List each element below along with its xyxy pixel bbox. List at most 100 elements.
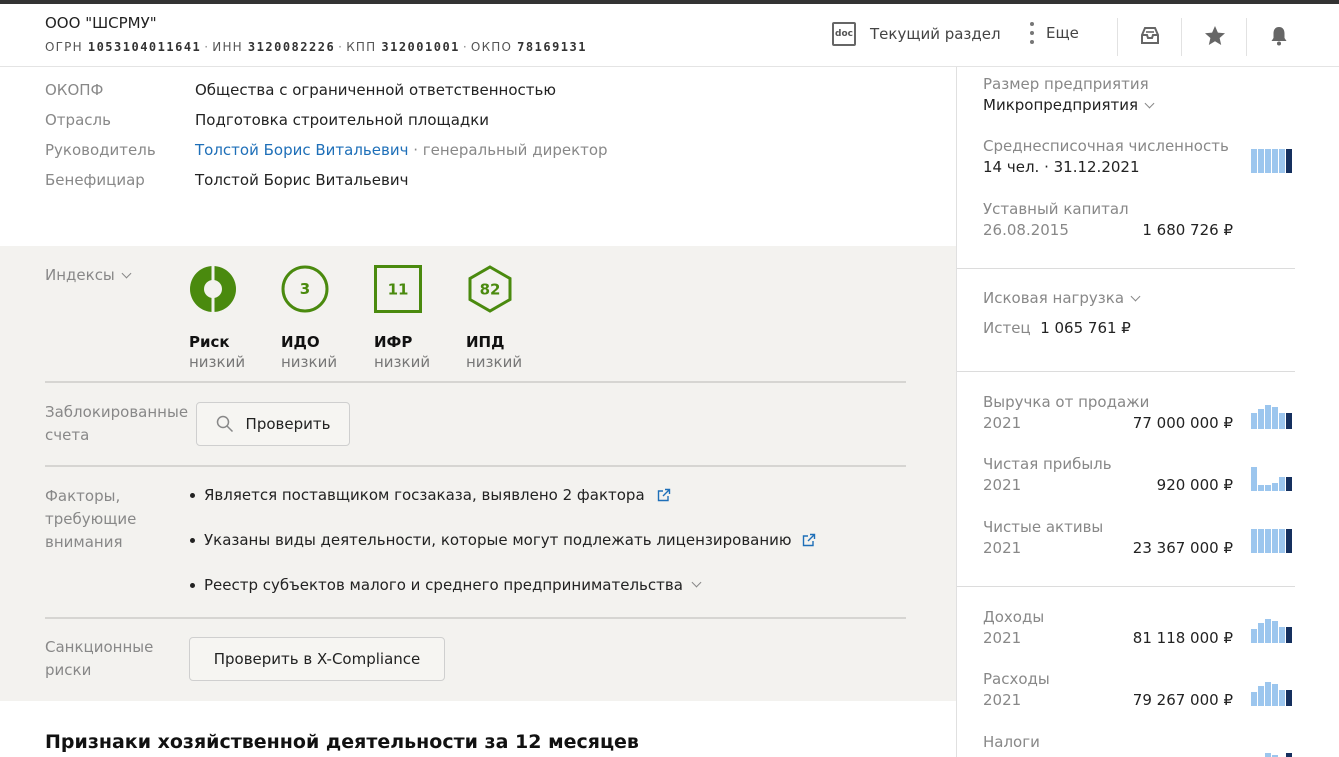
header-divider — [1117, 18, 1118, 56]
capital-block: Уставный капитал 26.08.2015 1 680 726 ₽ — [983, 200, 1295, 239]
company-name[interactable]: ООО "ШСРМУ" — [45, 14, 157, 32]
index-value: 82 — [480, 281, 501, 299]
income-sparkline[interactable] — [1251, 619, 1292, 643]
expenses-value: 79 267 000 ₽ — [1132, 691, 1233, 709]
claims-value: 1 065 761 ₽ — [1040, 319, 1131, 337]
expenses-block: Расходы 2021 79 267 000 ₽ — [983, 670, 1295, 709]
ifr-square-icon: 11 — [374, 265, 422, 313]
x-compliance-button[interactable]: Проверить в X-Compliance — [189, 637, 445, 681]
index-level: низкий — [281, 353, 338, 371]
external-link-icon[interactable] — [802, 533, 816, 547]
inn-value[interactable]: 3120082226 — [248, 40, 335, 54]
beneficiary-name-link[interactable]: Толстой Борис Витальевич — [195, 171, 408, 189]
headcount-title: Среднесписочная численность — [983, 137, 1229, 155]
capital-title: Уставный капитал — [983, 200, 1129, 218]
factor-text: Указаны виды деятельности, которые могут… — [204, 531, 792, 549]
factor-text: Является поставщиком госзаказа, выявлено… — [204, 486, 645, 504]
header-divider — [1246, 18, 1247, 56]
index-risk[interactable]: Риск низкий — [189, 265, 269, 371]
taxes-block: Налоги — [983, 733, 1295, 751]
beneficiary-row: Бенефициар Толстой Борис Витальевич — [45, 171, 408, 189]
index-name: ИПД — [466, 333, 505, 351]
industry-label: Отрасль — [45, 111, 111, 129]
taxes-sparkline[interactable] — [1251, 743, 1292, 757]
chevron-down-icon — [1130, 291, 1141, 302]
assets-sparkline[interactable] — [1251, 529, 1292, 553]
head-name-link[interactable]: Толстой Борис Витальевич — [195, 141, 408, 159]
index-ifr[interactable]: 11 ИФР низкий — [374, 265, 454, 371]
indexes-toggle[interactable]: Индексы — [45, 264, 132, 287]
factor-item: Указаны виды деятельности, которые могут… — [190, 531, 816, 549]
assets-title: Чистые активы — [983, 518, 1104, 536]
divider — [957, 586, 1295, 587]
revenue-title: Выручка от продажи — [983, 393, 1150, 411]
capital-date: 26.08.2015 — [983, 221, 1069, 239]
divider — [45, 617, 906, 619]
head-label: Руководитель — [45, 141, 156, 159]
index-level: низкий — [189, 353, 246, 371]
star-icon[interactable] — [1203, 24, 1227, 48]
ogrn-value[interactable]: 1053104011641 — [88, 40, 201, 54]
divider — [45, 381, 906, 383]
kpp-label: КПП — [346, 40, 377, 54]
okpo-value[interactable]: 78169131 — [517, 40, 587, 54]
okopf-label: ОКОПФ — [45, 81, 104, 99]
risk-gauge-icon — [190, 265, 236, 313]
check-blocked-label: Проверить — [245, 415, 331, 433]
current-section-label: Текущий раздел — [870, 25, 1001, 43]
beneficiary-label: Бенефициар — [45, 171, 145, 189]
company-header: ООО "ШСРМУ" ОГРН 1053104011641 · ИНН 31200… — [0, 4, 1339, 67]
index-name: ИФР — [374, 333, 413, 351]
index-ido[interactable]: 3 ИДО низкий — [281, 265, 361, 371]
inbox-icon[interactable] — [1138, 24, 1162, 48]
chevron-down-icon — [691, 577, 702, 587]
index-ipd[interactable]: 82 ИПД низкий — [466, 265, 546, 371]
profit-block: Чистая прибыль 2021 920 000 ₽ — [983, 455, 1295, 494]
claims-toggle[interactable]: Исковая нагрузка — [983, 289, 1295, 307]
capital-value: 1 680 726 ₽ — [1142, 221, 1233, 239]
headcount-sparkline[interactable] — [1251, 149, 1292, 173]
claims-block: Исковая нагрузка Истец 1 065 761 ₽ — [983, 289, 1295, 337]
chevron-down-icon — [1144, 98, 1155, 109]
expenses-sparkline[interactable] — [1251, 682, 1292, 706]
okopf-value: Общества с ограниченной ответственностью — [195, 81, 556, 99]
kpp-value[interactable]: 312001001 — [381, 40, 460, 54]
revenue-value: 77 000 000 ₽ — [1132, 414, 1233, 432]
company-codes: ОГРН 1053104011641 · ИНН 3120082226 · КПП 31… — [45, 40, 587, 54]
inn-label: ИНН — [212, 40, 243, 54]
profit-title: Чистая прибыль — [983, 455, 1112, 473]
profit-value: 920 000 ₽ — [1156, 476, 1233, 494]
head-row: Руководитель Толстой Борис Витальевич · … — [45, 141, 608, 159]
enterprise-size-toggle[interactable]: Микропредприятия — [983, 96, 1295, 114]
profit-sparkline[interactable] — [1251, 467, 1292, 491]
blocked-accounts-label: Заблокированные счета — [45, 403, 189, 444]
more-label: Еще — [1046, 24, 1079, 42]
bell-icon[interactable] — [1267, 24, 1291, 48]
index-level: низкий — [374, 353, 431, 371]
summary-sidebar: Размер предприятия Микропредприятия Сред… — [956, 67, 1339, 757]
ido-circle-icon: 3 — [281, 265, 329, 313]
headcount-value: 14 чел. · 31.12.2021 — [983, 158, 1140, 176]
more-button[interactable]: Еще — [1030, 22, 1079, 44]
external-link-icon[interactable] — [657, 488, 671, 502]
industry-value: Подготовка строительной площадки — [195, 111, 490, 129]
factor-text: Реестр субъектов малого и среднего предп… — [204, 576, 683, 594]
factor-item-expandable[interactable]: Реестр субъектов малого и среднего предп… — [190, 576, 702, 594]
revenue-block: Выручка от продажи 2021 77 000 000 ₽ — [983, 393, 1295, 432]
check-blocked-button[interactable]: Проверить — [196, 402, 350, 446]
assets-block: Чистые активы 2021 23 367 000 ₽ — [983, 518, 1295, 557]
revenue-sparkline[interactable] — [1251, 405, 1292, 429]
ipd-hexagon-icon: 82 — [468, 265, 512, 313]
divider — [957, 268, 1295, 269]
activity-section-title: Признаки хозяйственной деятельности за 1… — [45, 731, 639, 753]
sanctions-label: Санкционные риски — [45, 638, 154, 679]
divider — [957, 371, 1295, 372]
expenses-title: Расходы — [983, 670, 1050, 688]
index-value: 11 — [388, 281, 409, 299]
income-value: 81 118 000 ₽ — [1132, 629, 1233, 647]
header-divider — [1181, 18, 1182, 56]
enterprise-size-value: Микропредприятия — [983, 96, 1138, 114]
current-section-button[interactable]: doc Текущий раздел — [832, 22, 1001, 46]
headcount-block: Среднесписочная численность 14 чел. · 31… — [983, 137, 1295, 176]
revenue-year: 2021 — [983, 414, 1022, 432]
